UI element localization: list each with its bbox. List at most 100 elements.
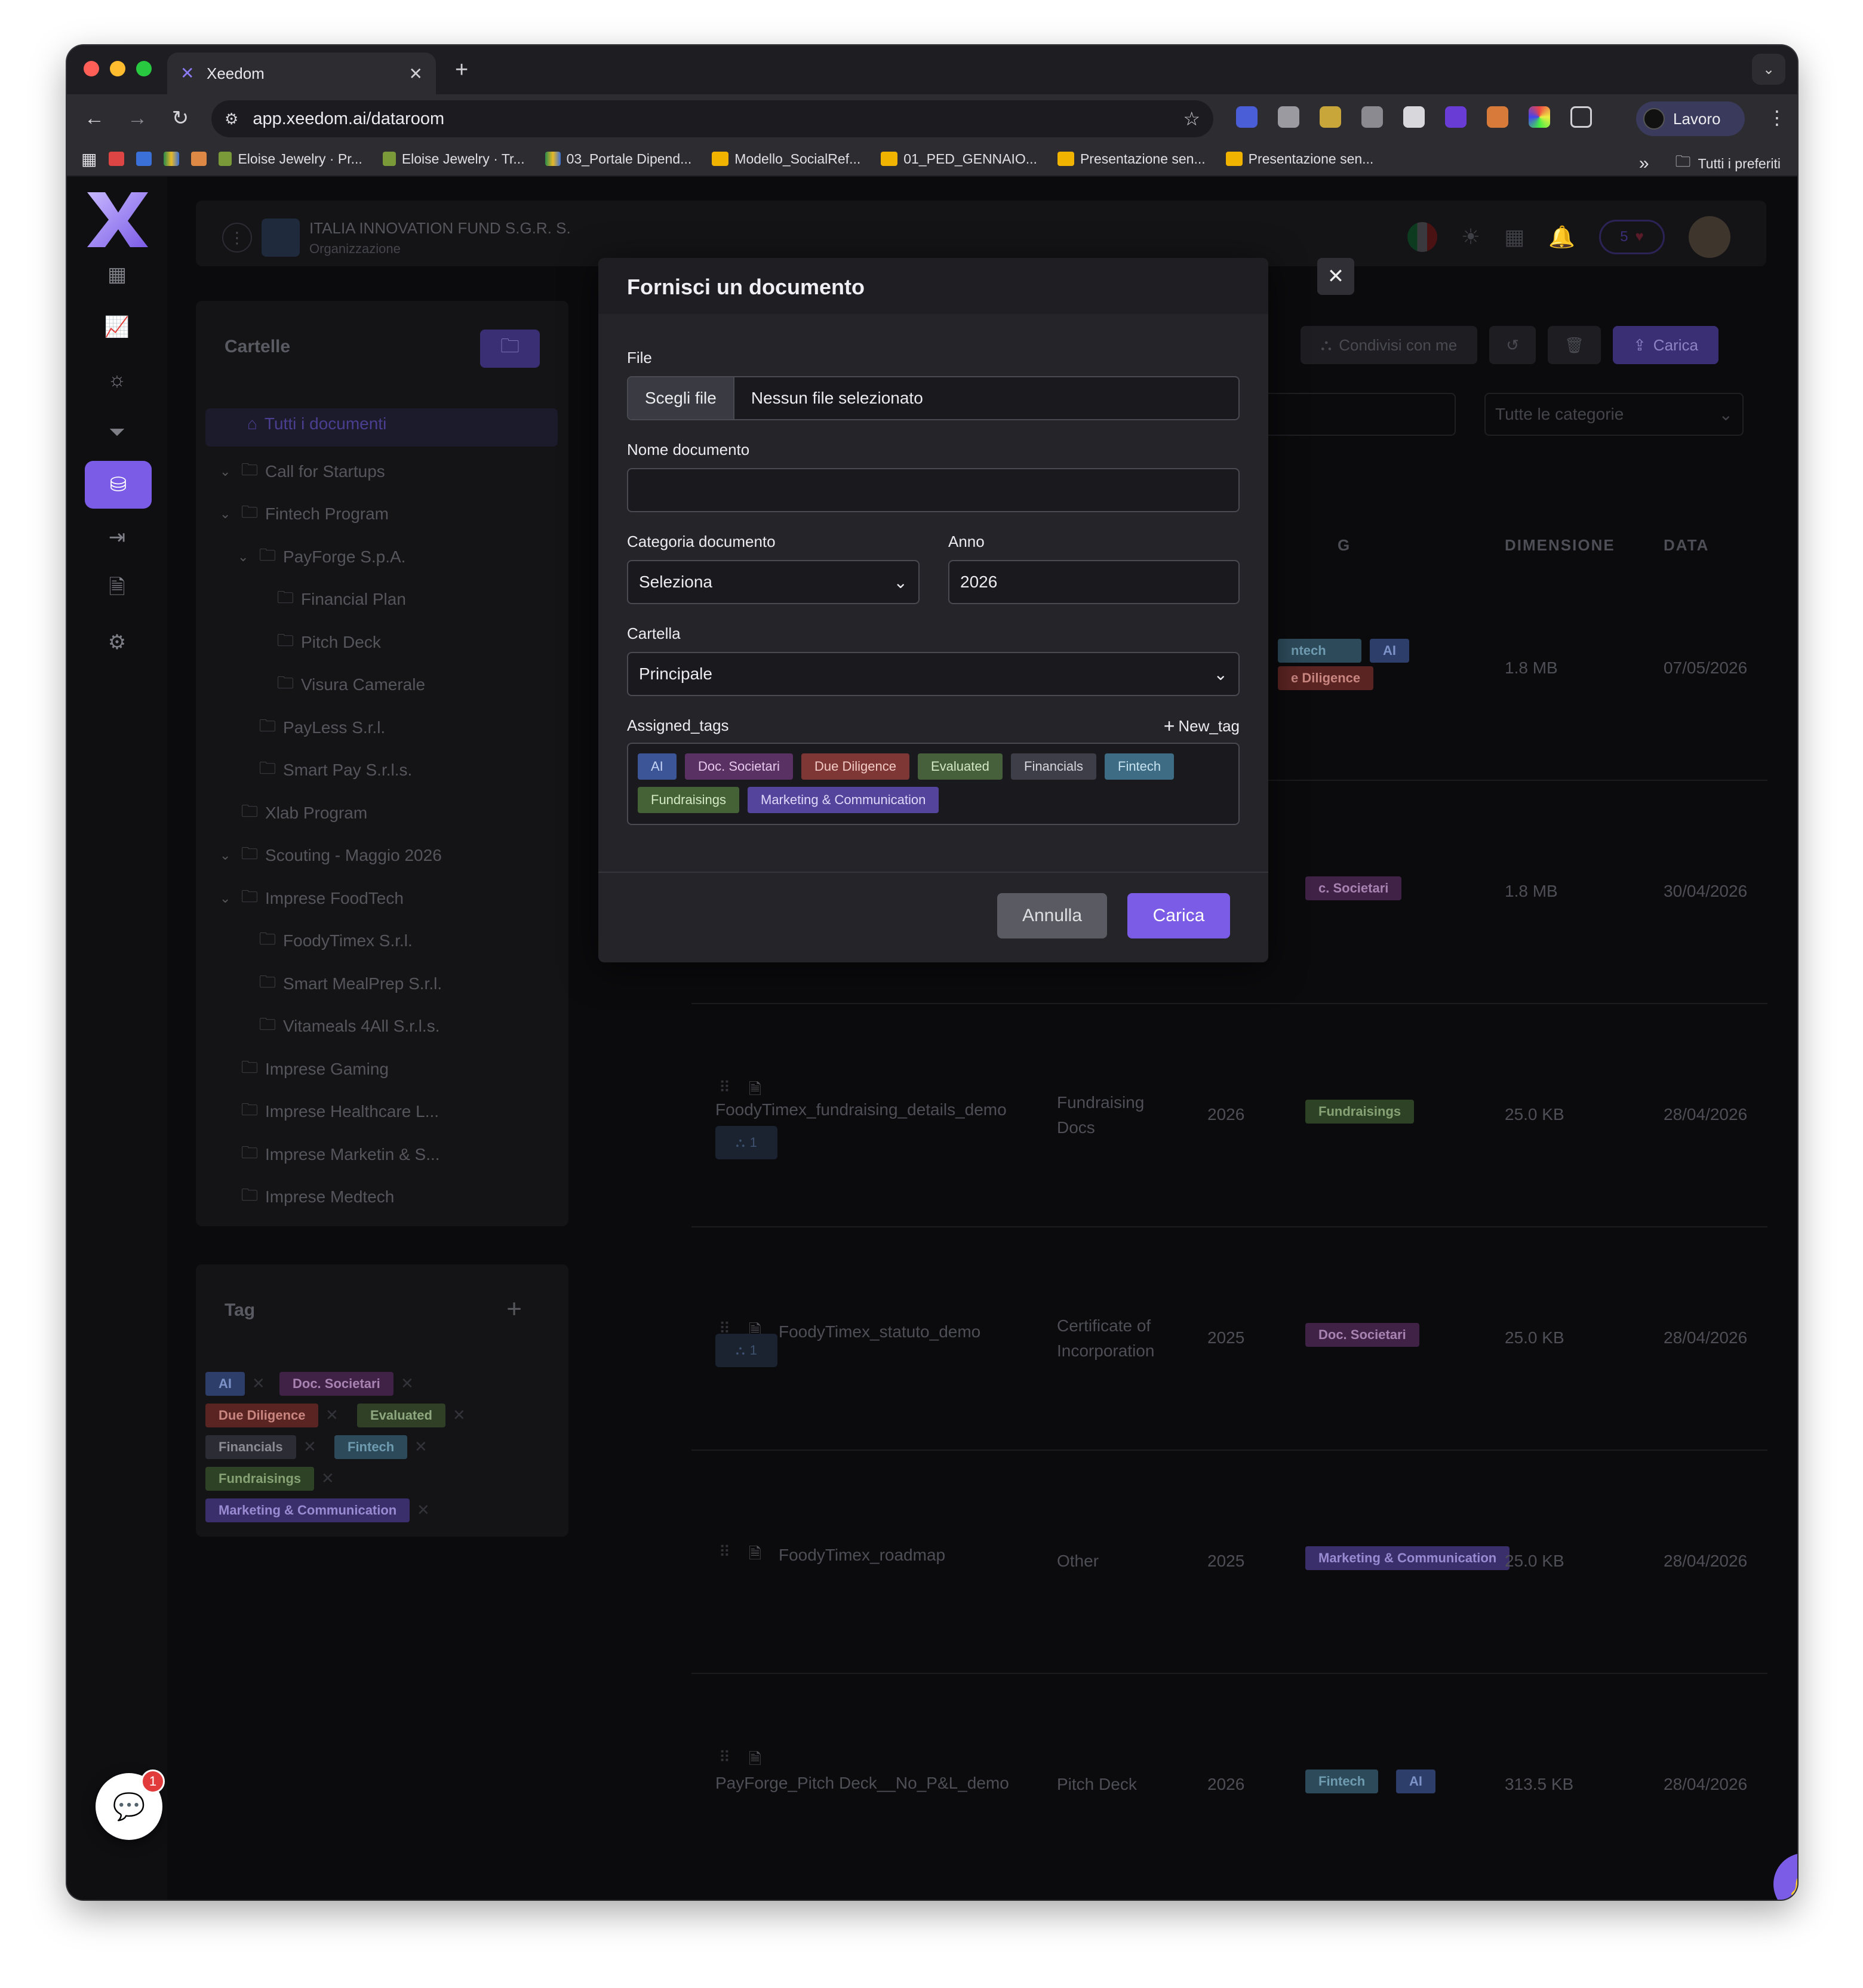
export-icon[interactable]: ⇥ [99,519,135,555]
chevron-down-icon[interactable]: ⌄ [220,848,234,863]
share-count-badge[interactable]: ⛬ 1 [715,1126,777,1159]
site-settings-icon[interactable]: ⚙ [225,110,238,128]
modal-close-button[interactable]: ✕ [1317,258,1354,295]
extension-diamond-icon[interactable] [1445,106,1467,128]
reload-button[interactable]: ↻ [165,103,196,134]
bookmark-4[interactable]: 01_PED_GENNAIO... [881,151,1037,167]
choose-file-button[interactable]: Scegli file [628,377,734,419]
assigned-tag[interactable]: AI [638,753,677,780]
drive-bookmark[interactable] [164,152,180,166]
notification-bell-icon[interactable]: 🔔 [1548,224,1575,250]
category-filter-select[interactable]: Tutte le categorie ⌄ [1484,393,1744,436]
add-tag-button[interactable]: + [506,1294,522,1324]
cancel-button[interactable]: Annulla [997,893,1107,938]
drag-handle-icon[interactable]: ⠿ [719,1078,730,1097]
calendar-bookmark[interactable] [136,152,152,166]
history-button[interactable]: ↺ [1489,326,1536,364]
add-folder-button[interactable]: 🗀 [480,330,540,368]
remove-tag-icon[interactable]: ✕ [401,1374,414,1393]
remove-tag-icon[interactable]: ✕ [453,1406,466,1424]
assigned-tag[interactable]: Due Diligence [801,753,909,780]
extensions-puzzle-icon[interactable] [1570,106,1592,128]
folder-item[interactable]: 🗀 Smart MealPrep S.r.l. [259,970,442,998]
folder-item[interactable]: 🗀 Imprese Healthcare L... [241,1097,439,1126]
delete-button[interactable]: 🗑 [1547,326,1601,364]
funnel-filter-icon[interactable]: ⏷ [99,414,135,450]
tag-chip[interactable]: Doc. Societari [279,1372,393,1396]
document-name[interactable]: FoodyTimex_statuto_demo [779,1319,1041,1344]
remove-tag-icon[interactable]: ✕ [321,1469,334,1488]
folder-item[interactable]: 🗀 Financial Plan [277,585,406,614]
apps-grid-plus-icon[interactable]: ▦ [1504,224,1524,250]
back-button[interactable]: ← [79,103,110,134]
assigned-tag[interactable]: Evaluated [918,753,1003,780]
folder-select[interactable]: Principale ⌄ [627,652,1240,696]
submit-upload-button[interactable]: Carica [1127,893,1230,938]
close-window-button[interactable] [84,61,99,76]
photos-bookmark[interactable] [191,152,207,166]
tag-chip[interactable]: AI [205,1372,245,1396]
shared-with-me-button[interactable]: ⛬ Condivisi con me [1301,326,1478,364]
remove-tag-icon[interactable]: ✕ [417,1501,430,1519]
chat-button[interactable]: 💬 1 [96,1769,165,1840]
category-select[interactable]: Seleziona ⌄ [627,560,920,604]
theme-sun-icon[interactable]: ☀ [1461,224,1480,250]
assigned-tag[interactable]: Doc. Societari [685,753,793,780]
tag-chip[interactable]: Due Diligence [205,1404,319,1427]
extension-camera-icon[interactable] [1278,106,1299,128]
bookmark-2[interactable]: 03_Portale Dipend... [545,151,691,167]
remove-tag-icon[interactable]: ✕ [325,1406,339,1424]
bookmark-star-icon[interactable]: ☆ [1183,107,1200,130]
minimize-window-button[interactable] [110,61,125,76]
org-switcher[interactable]: ⋮ ITALIA INNOVATION FUND S.G.R. S. Organ… [222,219,571,257]
extension-claude-icon[interactable] [1487,106,1508,128]
maximize-window-button[interactable] [136,61,152,76]
remove-tag-icon[interactable]: ✕ [303,1438,316,1456]
tag-chip[interactable]: Evaluated [357,1404,445,1427]
new-tab-button[interactable]: + [455,57,468,83]
extension-brush-icon[interactable] [1320,106,1341,128]
remove-tag-icon[interactable]: ✕ [414,1438,428,1456]
folder-item[interactable]: 🗀 Imprese Medtech [241,1183,394,1211]
document-name[interactable]: FoodyTimex_roadmap [779,1543,1041,1568]
bookmark-1[interactable]: Eloise Jewelry · Tr... [382,151,525,167]
floating-notifications-button[interactable]: 🔔 [1773,1853,1797,1900]
language-flag-icon[interactable] [1407,222,1437,252]
ideas-bulb-icon[interactable]: ☼ [99,362,135,398]
assigned-tag[interactable]: Fintech [1105,753,1175,780]
folder-item[interactable]: 🗀 Imprese Marketin & S... [241,1140,440,1169]
folder-item[interactable]: 🗀 FoodyTimex S.r.l. [259,927,413,955]
bookmark-0[interactable]: Eloise Jewelry · Pr... [219,151,362,167]
new-tag-button[interactable]: + New_tag [1164,715,1240,737]
credits-pill[interactable]: 5 ♥ [1599,220,1665,254]
xeedom-logo[interactable] [85,190,150,250]
user-avatar[interactable] [1689,216,1730,258]
chevron-down-icon[interactable]: ⌄ [220,891,234,906]
col-size-header[interactable]: DIMENSIONE [1505,536,1615,555]
dashboard-icon[interactable]: ▦ [99,257,135,293]
folder-item[interactable]: 🗀 Visura Camerale [277,670,425,699]
document-name[interactable]: FoodyTimex_fundraising_details_demo [715,1097,1050,1122]
tab-search-button[interactable]: ⌄ [1752,54,1785,85]
share-count-badge[interactable]: ⛬ 1 [715,1334,777,1367]
year-input[interactable]: 2026 [948,560,1240,604]
extension-color-icon[interactable] [1529,106,1550,128]
folder-item[interactable]: 🗀 Imprese Gaming [241,1055,389,1084]
gmail-bookmark[interactable] [109,152,125,166]
document-name-input[interactable] [627,468,1240,512]
bookmark-5[interactable]: Presentazione sen... [1057,151,1206,167]
forward-button[interactable]: → [122,103,153,134]
profile-button[interactable]: Lavoro [1636,101,1745,136]
bookmark-6[interactable]: Presentazione sen... [1225,151,1373,167]
tag-chip[interactable]: Fintech [334,1435,408,1459]
document-icon[interactable]: 🗎 [99,572,135,608]
upload-button[interactable]: ⇪ Carica [1613,326,1718,364]
more-options-icon[interactable]: ⋮ [222,223,252,253]
folder-item[interactable]: ⌄ 🗀 Scouting - Maggio 2026 [220,841,442,870]
chevron-down-icon[interactable]: ⌄ [220,464,234,479]
folder-item[interactable]: ⌄ 🗀 PayForge S.p.A. [238,543,405,571]
analytics-chart-icon[interactable]: 📈 [99,309,135,345]
all-bookmarks-button[interactable]: 🗀 Tutti i preferiti [1676,150,1781,177]
folder-item[interactable]: 🗀 Smart Pay S.r.l.s. [259,756,412,784]
more-bookmarks-button[interactable]: » [1639,153,1649,174]
